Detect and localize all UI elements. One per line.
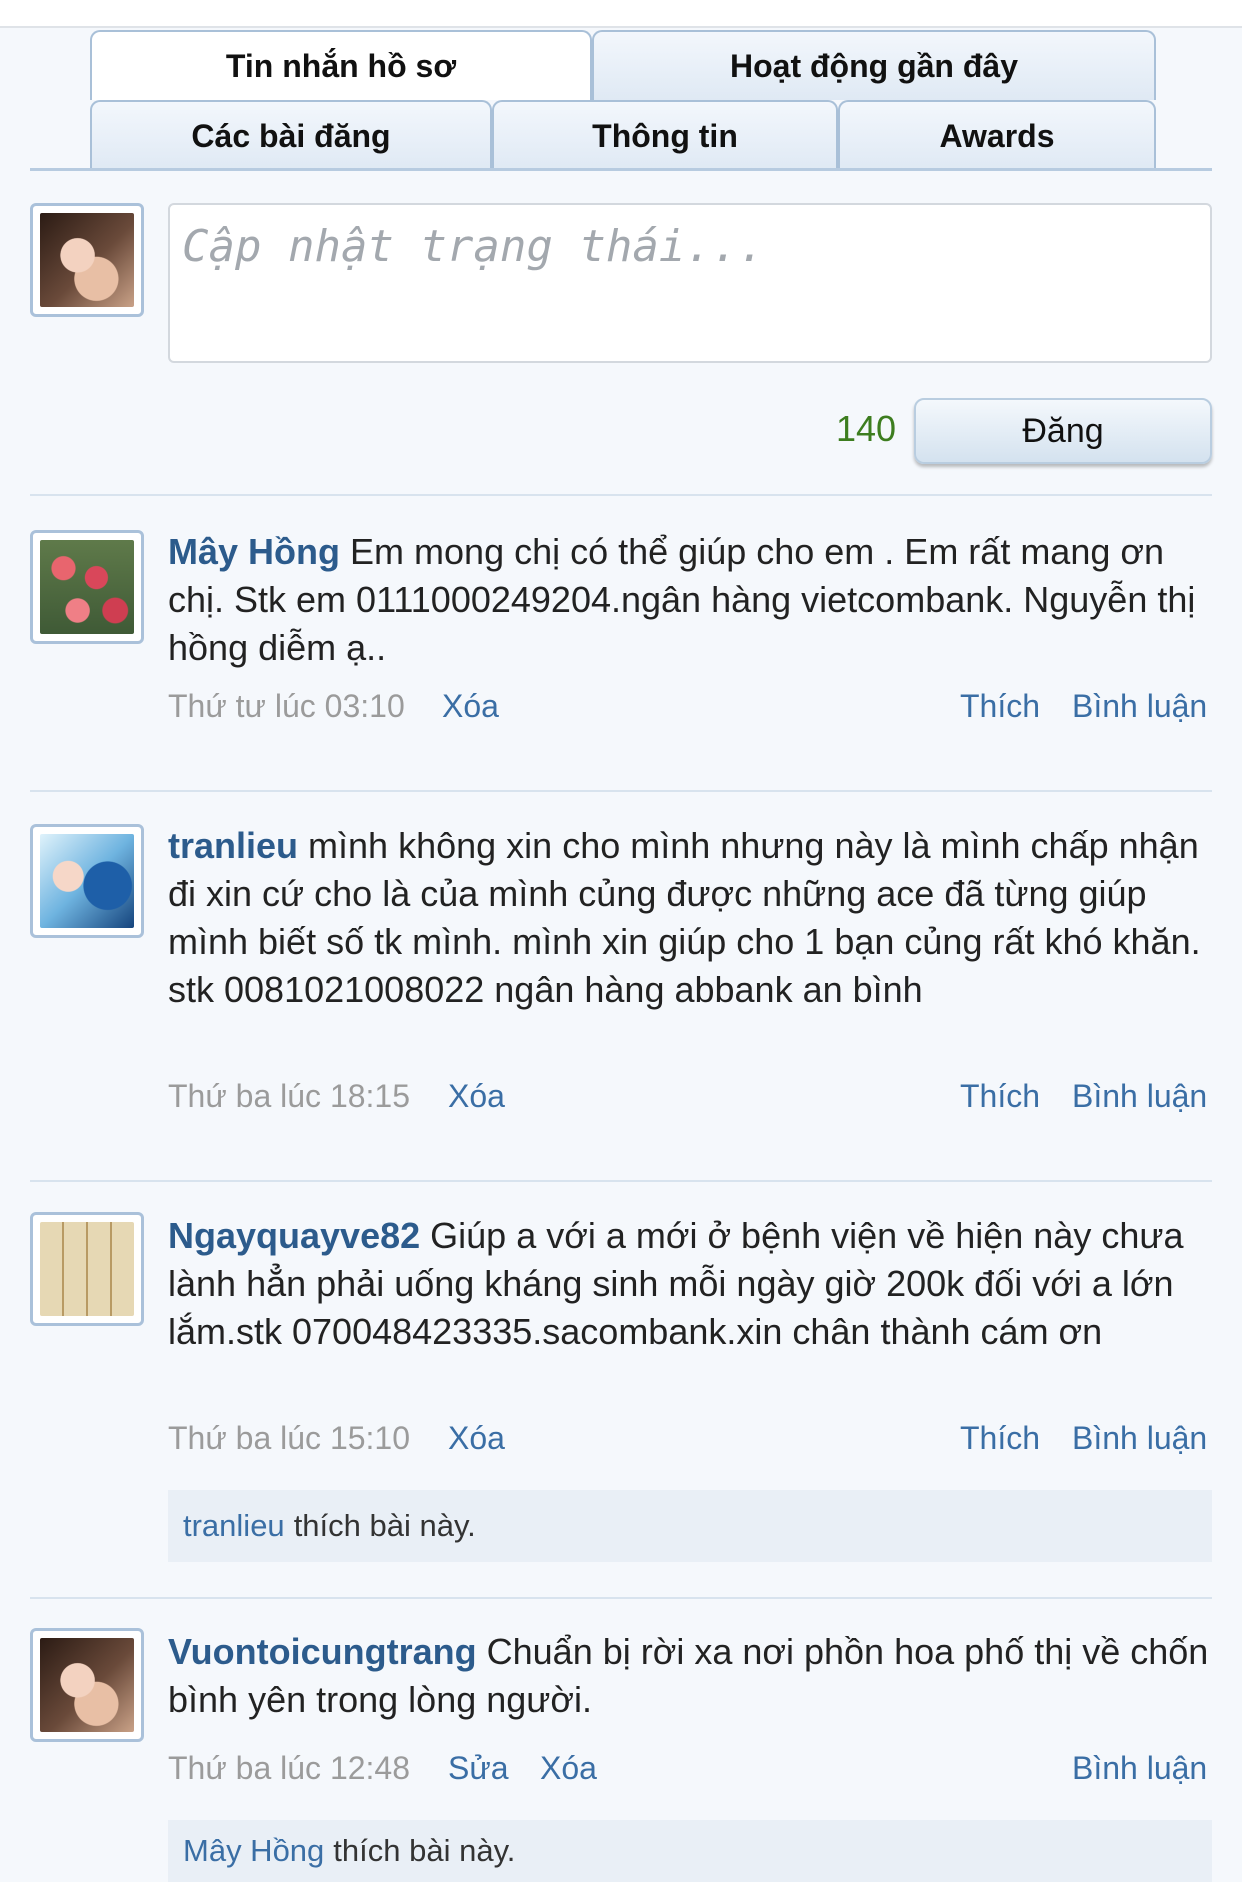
like-link[interactable]: Thích: [960, 1078, 1040, 1115]
status-input[interactable]: Cập nhật trạng thái...: [168, 203, 1212, 363]
tab-recent-activity[interactable]: Hoạt động gần đây: [592, 30, 1156, 100]
post-timestamp: Thứ ba lúc 18:15: [168, 1078, 411, 1114]
avatar[interactable]: [30, 1628, 144, 1742]
comment-link[interactable]: Bình luận: [1072, 1750, 1207, 1787]
post-timestamp: Thứ ba lúc 15:10: [168, 1420, 411, 1456]
divider: [30, 1597, 1212, 1599]
likes-summary: Mây Hồng thích bài này.: [168, 1820, 1212, 1882]
top-bar: [0, 0, 1242, 28]
post-text: mình không xin cho mình nhưng này là mìn…: [168, 825, 1201, 1010]
post-timestamp: Thứ tư lúc 03:10: [168, 688, 405, 724]
post-timestamp: Thứ ba lúc 12:48: [168, 1750, 411, 1786]
post-author-link[interactable]: tranlieu: [168, 825, 298, 866]
edit-link[interactable]: Sửa: [448, 1750, 509, 1787]
likes-suffix: thích bài này.: [293, 1508, 476, 1543]
char-counter: 140: [836, 408, 897, 449]
delete-link[interactable]: Xóa: [448, 1420, 505, 1457]
girl-avatar-image: [40, 213, 134, 307]
liker-link[interactable]: tranlieu: [183, 1508, 285, 1544]
post-author-link[interactable]: Ngayquayve82: [168, 1215, 420, 1256]
tab-label: Tin nhắn hồ sơ: [225, 47, 457, 84]
avatar[interactable]: [30, 1212, 144, 1326]
tab-awards[interactable]: Awards: [838, 100, 1156, 170]
liker-link[interactable]: Mây Hồng: [183, 1833, 324, 1869]
avatar[interactable]: [30, 530, 144, 644]
comment-link[interactable]: Bình luận: [1072, 688, 1207, 725]
post-message: Ngayquayve82 Giúp a với a mới ở bệnh việ…: [168, 1212, 1212, 1356]
like-link[interactable]: Thích: [960, 688, 1040, 725]
avatar[interactable]: [30, 203, 144, 317]
likes-summary: tranlieu thích bài này.: [168, 1490, 1212, 1562]
calendar-avatar-image: [40, 1222, 134, 1316]
comment-link[interactable]: Bình luận: [1072, 1420, 1207, 1457]
delete-link[interactable]: Xóa: [442, 688, 499, 725]
flowers-avatar-image: [40, 540, 134, 634]
delete-link[interactable]: Xóa: [540, 1750, 597, 1787]
like-link[interactable]: Thích: [960, 1420, 1040, 1457]
post-message: Mây Hồng Em mong chị có thể giúp cho em …: [168, 528, 1212, 672]
tab-posts[interactable]: Các bài đăng: [90, 100, 492, 170]
girl-avatar-image: [40, 1638, 134, 1732]
avatar[interactable]: [30, 824, 144, 938]
post-message: tranlieu mình không xin cho mình nhưng n…: [168, 822, 1212, 1014]
comment-link[interactable]: Bình luận: [1072, 1078, 1207, 1115]
ocean-avatar-image: [40, 834, 134, 928]
divider: [30, 494, 1212, 496]
tab-label: Hoạt động gần đây: [730, 47, 1018, 84]
likes-suffix: thích bài này.: [333, 1833, 516, 1868]
delete-link[interactable]: Xóa: [448, 1078, 505, 1115]
tab-label: Các bài đăng: [191, 117, 391, 154]
post-author-link[interactable]: Mây Hồng: [168, 531, 340, 572]
post-author-link[interactable]: Vuontoicungtrang: [168, 1631, 477, 1672]
tab-profile-messages[interactable]: Tin nhắn hồ sơ: [90, 30, 592, 100]
divider: [30, 790, 1212, 792]
tab-label: Thông tin: [592, 117, 738, 154]
post-message: Vuontoicungtrang Chuẩn bị rời xa nơi phồ…: [168, 1628, 1212, 1724]
tabs-divider: [30, 168, 1212, 171]
tab-info[interactable]: Thông tin: [492, 100, 838, 170]
tab-label: Awards: [939, 117, 1055, 154]
post-button[interactable]: Đăng: [914, 398, 1212, 464]
divider: [30, 1180, 1212, 1182]
